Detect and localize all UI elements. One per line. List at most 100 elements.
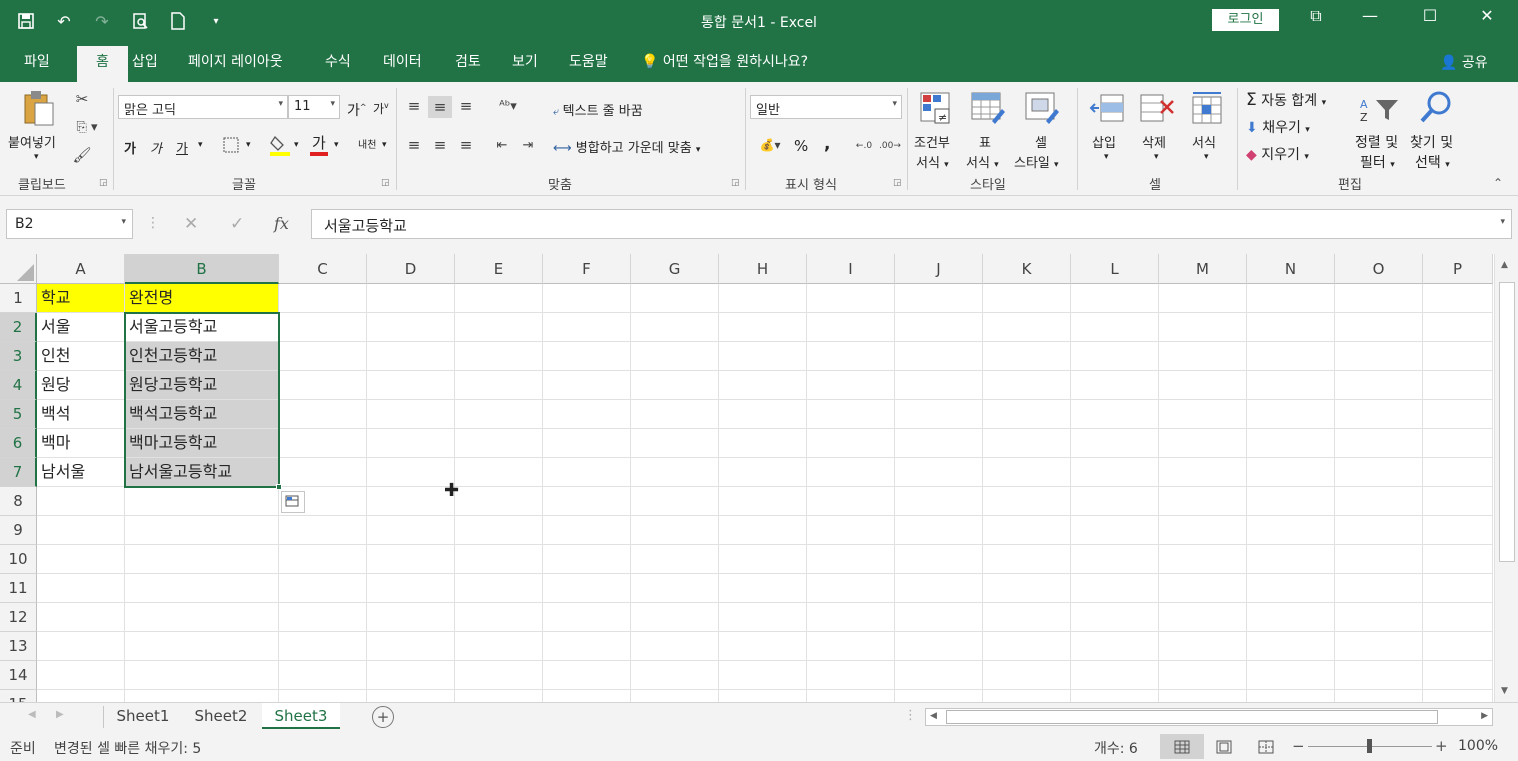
cell-g6[interactable] — [631, 429, 719, 458]
row-header-9[interactable]: 9 — [0, 516, 37, 545]
cell-e11[interactable] — [455, 574, 543, 603]
cell-k2[interactable] — [983, 313, 1071, 342]
cell-d2[interactable] — [367, 313, 455, 342]
cell-l4[interactable] — [1071, 371, 1159, 400]
cell-j15[interactable] — [895, 690, 983, 702]
cell-b12[interactable] — [125, 603, 279, 632]
cell-p15[interactable] — [1423, 690, 1493, 702]
tab-data[interactable]: 데이터 — [381, 42, 424, 82]
cell-b13[interactable] — [125, 632, 279, 661]
cancel-entry-icon[interactable]: ✕ — [184, 214, 198, 234]
cell-c6[interactable] — [279, 429, 367, 458]
cell-l9[interactable] — [1071, 516, 1159, 545]
cell-h3[interactable] — [719, 342, 807, 371]
cell-d5[interactable] — [367, 400, 455, 429]
cell-g5[interactable] — [631, 400, 719, 429]
cell-b11[interactable] — [125, 574, 279, 603]
cell-e9[interactable] — [455, 516, 543, 545]
cell-d10[interactable] — [367, 545, 455, 574]
cell-f7[interactable] — [543, 458, 631, 487]
cell-b6[interactable]: 백마고등학교 — [125, 429, 279, 458]
format-dropdown-icon[interactable]: ▾ — [1204, 152, 1209, 162]
cell-k5[interactable] — [983, 400, 1071, 429]
cell-f3[interactable] — [543, 342, 631, 371]
maximize-icon[interactable]: ☐ — [1410, 6, 1450, 25]
cell-o9[interactable] — [1335, 516, 1423, 545]
format-painter-icon[interactable]: 🖌 — [70, 144, 94, 166]
cell-m2[interactable] — [1159, 313, 1247, 342]
cell-h9[interactable] — [719, 516, 807, 545]
cell-g9[interactable] — [631, 516, 719, 545]
row-header-10[interactable]: 10 — [0, 545, 37, 574]
cell-p14[interactable] — [1423, 661, 1493, 690]
cell-i15[interactable] — [807, 690, 895, 702]
cell-g2[interactable] — [631, 313, 719, 342]
cell-b7[interactable]: 남서울고등학교 — [125, 458, 279, 487]
fill-color-dropdown-icon[interactable]: ▾ — [294, 140, 299, 150]
cell-a2[interactable]: 서울 — [37, 313, 125, 342]
cell-c2[interactable] — [279, 313, 367, 342]
row-header-15[interactable]: 15 — [0, 690, 37, 702]
cell-c4[interactable] — [279, 371, 367, 400]
column-header-b[interactable]: B — [125, 254, 279, 284]
font-launcher-icon[interactable]: ◲ — [381, 178, 390, 188]
cell-c15[interactable] — [279, 690, 367, 702]
row-header-3[interactable]: 3 — [0, 342, 37, 371]
cell-a13[interactable] — [37, 632, 125, 661]
cell-j11[interactable] — [895, 574, 983, 603]
cell-k9[interactable] — [983, 516, 1071, 545]
cell-a3[interactable]: 인천 — [37, 342, 125, 371]
cell-c5[interactable] — [279, 400, 367, 429]
cell-n9[interactable] — [1247, 516, 1335, 545]
cell-a11[interactable] — [37, 574, 125, 603]
cell-b1[interactable]: 완전명 — [125, 284, 279, 313]
cell-c9[interactable] — [279, 516, 367, 545]
column-header-e[interactable]: E — [455, 254, 543, 284]
cell-f13[interactable] — [543, 632, 631, 661]
number-format-select[interactable]: 일반 ▾ — [750, 95, 902, 119]
cell-e15[interactable] — [455, 690, 543, 702]
comma-button[interactable]: , — [824, 134, 830, 154]
tab-formulas[interactable]: 수식 — [323, 42, 353, 82]
cell-b8[interactable] — [125, 487, 279, 516]
cell-j7[interactable] — [895, 458, 983, 487]
underline-dropdown-icon[interactable]: ▾ — [198, 140, 203, 150]
cell-o14[interactable] — [1335, 661, 1423, 690]
cell-g3[interactable] — [631, 342, 719, 371]
cell-g8[interactable] — [631, 487, 719, 516]
cell-k8[interactable] — [983, 487, 1071, 516]
cell-p10[interactable] — [1423, 545, 1493, 574]
cell-k11[interactable] — [983, 574, 1071, 603]
cell-b5[interactable]: 백석고등학교 — [125, 400, 279, 429]
cell-m15[interactable] — [1159, 690, 1247, 702]
cell-i14[interactable] — [807, 661, 895, 690]
decrease-decimal-icon[interactable]: .00→ — [878, 135, 902, 157]
cell-f14[interactable] — [543, 661, 631, 690]
cell-d14[interactable] — [367, 661, 455, 690]
font-color-dropdown-icon[interactable]: ▾ — [334, 140, 339, 150]
cell-k7[interactable] — [983, 458, 1071, 487]
vertical-scrollbar[interactable]: ▲ ▼ — [1494, 254, 1518, 702]
cell-j2[interactable] — [895, 313, 983, 342]
cell-l11[interactable] — [1071, 574, 1159, 603]
cell-p7[interactable] — [1423, 458, 1493, 487]
cut-icon[interactable]: ✂ — [70, 88, 94, 110]
cell-p5[interactable] — [1423, 400, 1493, 429]
row-header-13[interactable]: 13 — [0, 632, 37, 661]
number-launcher-icon[interactable]: ◲ — [893, 178, 902, 188]
accounting-format-icon[interactable]: 💰▾ — [752, 135, 788, 155]
paste-icon[interactable] — [18, 88, 58, 128]
cell-e5[interactable] — [455, 400, 543, 429]
cell-p3[interactable] — [1423, 342, 1493, 371]
sort-filter-label[interactable]: 정렬 및 — [1355, 132, 1398, 152]
cell-m3[interactable] — [1159, 342, 1247, 371]
cell-g4[interactable] — [631, 371, 719, 400]
align-right-icon[interactable]: ≡ — [456, 135, 476, 155]
cell-a1[interactable]: 학교 — [37, 284, 125, 313]
cell-d9[interactable] — [367, 516, 455, 545]
cell-i3[interactable] — [807, 342, 895, 371]
cell-a10[interactable] — [37, 545, 125, 574]
cell-n15[interactable] — [1247, 690, 1335, 702]
cell-g15[interactable] — [631, 690, 719, 702]
cell-p2[interactable] — [1423, 313, 1493, 342]
